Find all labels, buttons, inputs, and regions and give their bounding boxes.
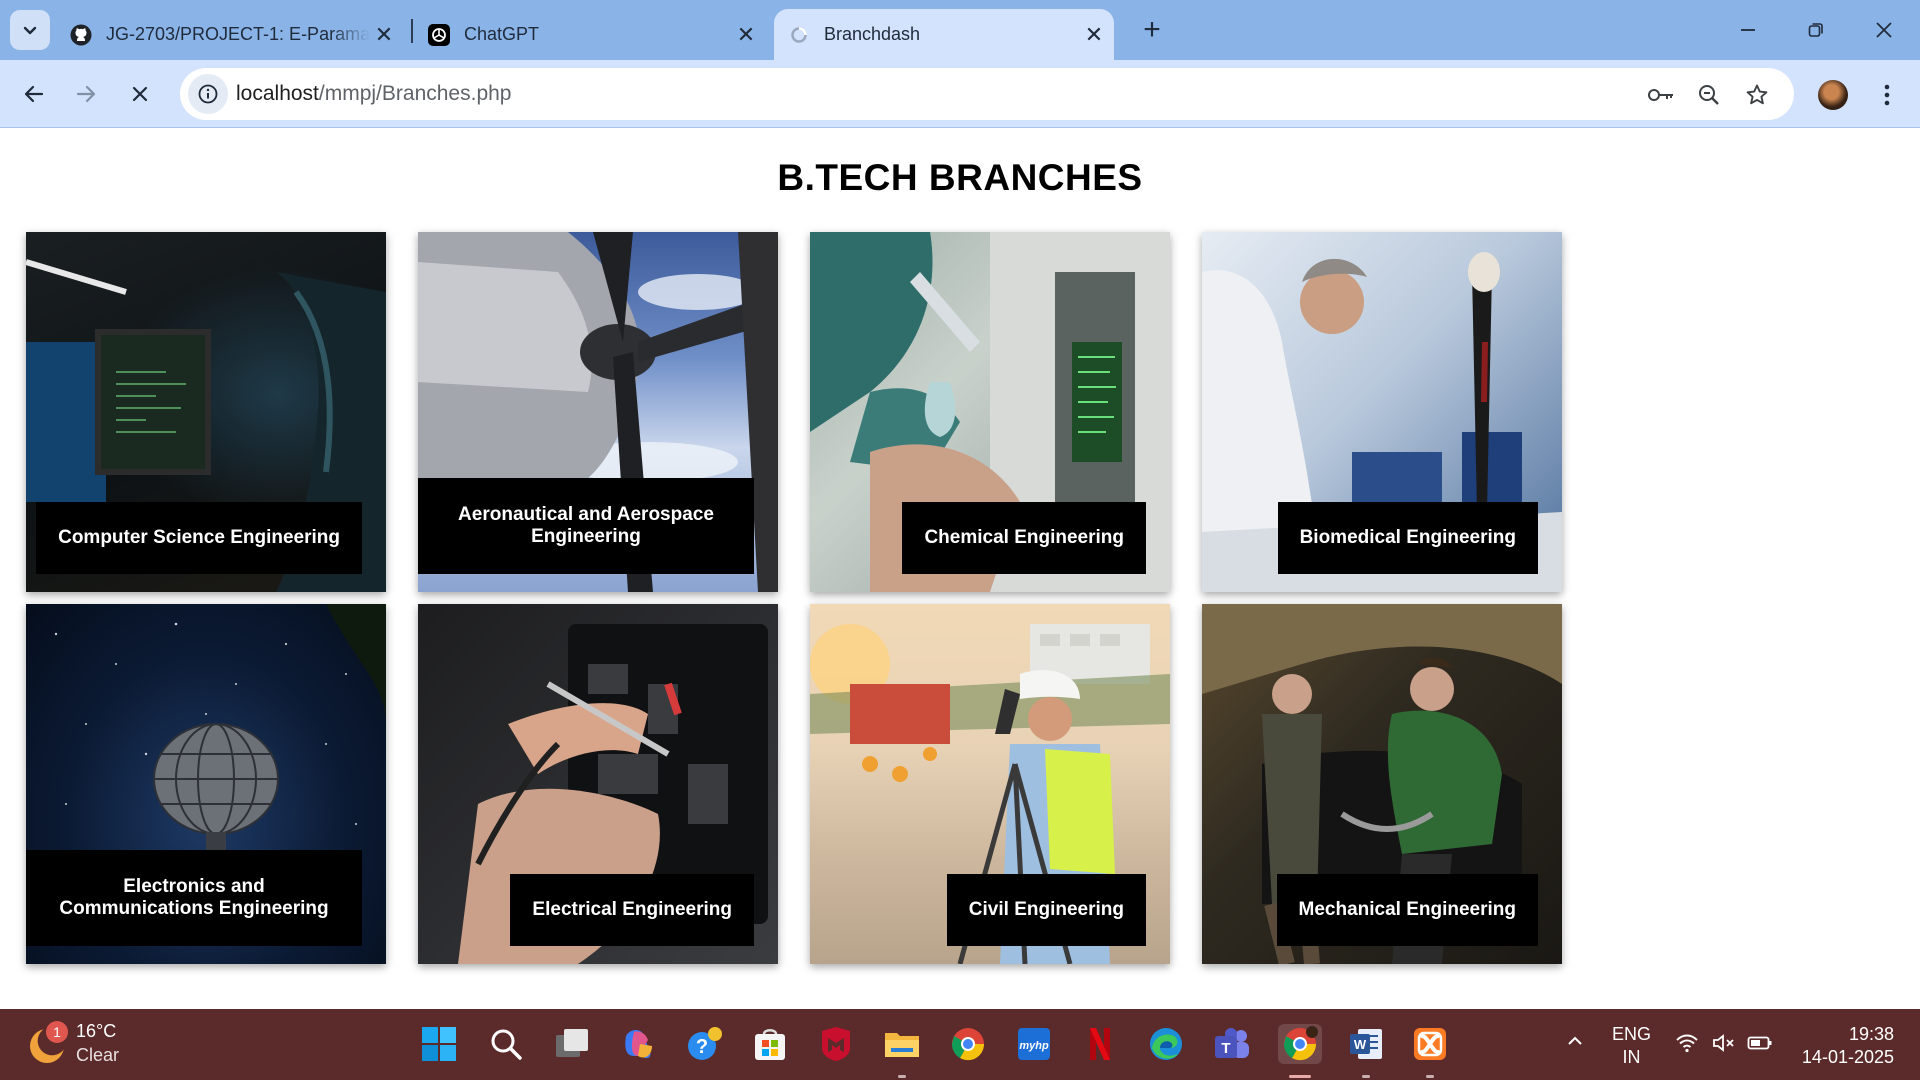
- svg-text:?: ?: [696, 1036, 708, 1058]
- branch-card[interactable]: Mechanical Engineering: [1202, 604, 1562, 964]
- edge-icon[interactable]: [1146, 1024, 1186, 1064]
- branch-card[interactable]: Electronics and Communications Engineeri…: [26, 604, 386, 964]
- close-window-button[interactable]: [1864, 12, 1904, 48]
- svg-text:myhp: myhp: [1019, 1040, 1049, 1052]
- file-explorer-icon[interactable]: [882, 1024, 922, 1064]
- running-indicator: [1426, 1075, 1434, 1078]
- word-icon[interactable]: W: [1346, 1024, 1386, 1064]
- running-indicator: [1362, 1075, 1370, 1078]
- chatgpt-icon: [428, 23, 450, 46]
- branch-label: Electronics and Communications Engineeri…: [26, 850, 362, 946]
- restore-icon: [1808, 23, 1823, 37]
- close-icon: [132, 86, 148, 102]
- branch-card[interactable]: Biomedical Engineering: [1202, 232, 1562, 592]
- restore-button[interactable]: [1796, 12, 1836, 48]
- chrome-icon[interactable]: [1278, 1024, 1322, 1064]
- battery-icon[interactable]: [1747, 1033, 1773, 1058]
- branch-label: Mechanical Engineering: [1276, 874, 1538, 946]
- github-icon: [70, 24, 92, 46]
- branch-card[interactable]: Civil Engineering: [810, 604, 1170, 964]
- weather-description[interactable]: Clear: [76, 1045, 119, 1066]
- xampp-icon[interactable]: [1410, 1024, 1450, 1064]
- forward-button[interactable]: [66, 74, 106, 114]
- branch-label: Computer Science Engineering: [36, 502, 362, 574]
- close-icon: [1876, 22, 1892, 38]
- copilot-icon[interactable]: [618, 1024, 658, 1064]
- tab-close-icon[interactable]: ✕: [732, 21, 760, 49]
- page-content: B.TECH BRANCHES Computer Science Enginee…: [0, 129, 1920, 1009]
- svg-text:T: T: [1221, 1040, 1230, 1057]
- tab-github[interactable]: JG-2703/PROJECT-1: E-Paramanam ✕: [70, 9, 398, 60]
- info-icon: [198, 84, 218, 104]
- url-path: /mmpj/Branches.php: [318, 82, 512, 105]
- weather-badge: 1: [46, 1021, 68, 1043]
- branch-label: Chemical Engineering: [902, 502, 1146, 574]
- loading-icon: [788, 24, 810, 46]
- windows-start-icon[interactable]: [419, 1024, 459, 1064]
- more-vertical-icon: [1884, 84, 1890, 106]
- arrow-right-icon: [76, 85, 96, 103]
- clock-time: 19:38: [1848, 1024, 1894, 1044]
- url-host: localhost: [236, 82, 319, 105]
- teams-icon[interactable]: T: [1212, 1024, 1252, 1064]
- site-info-button[interactable]: [188, 74, 228, 114]
- tab-close-icon[interactable]: ✕: [370, 21, 398, 49]
- active-indicator: [1289, 1075, 1311, 1078]
- clock-date: 14-01-2025: [1801, 1047, 1894, 1067]
- branch-card[interactable]: Chemical Engineering: [810, 232, 1170, 592]
- myhp-icon[interactable]: myhp: [1014, 1024, 1054, 1064]
- minimize-button[interactable]: [1728, 12, 1768, 48]
- bookmark-star-icon[interactable]: [1742, 80, 1772, 110]
- tab-branchdash[interactable]: Branchdash ✕: [774, 9, 1114, 60]
- tab-title: Branchdash: [824, 24, 921, 44]
- zoom-icon[interactable]: [1694, 80, 1724, 110]
- browser-menu-button[interactable]: [1872, 78, 1902, 112]
- minimize-icon: [1741, 29, 1755, 31]
- wifi-icon[interactable]: [1675, 1033, 1699, 1058]
- new-tab-button[interactable]: +: [1136, 13, 1168, 46]
- search-icon[interactable]: [486, 1024, 526, 1064]
- branch-card[interactable]: Computer Science Engineering: [26, 232, 386, 592]
- url-text: localhost/mmpj/Branches.php: [236, 82, 511, 106]
- running-indicator: [898, 1075, 906, 1078]
- task-view-icon[interactable]: [552, 1024, 592, 1064]
- branch-label: Electrical Engineering: [510, 874, 754, 946]
- page-title: B.TECH BRANCHES: [777, 157, 1143, 198]
- tab-title: JG-2703/PROJECT-1: E-Paramanam: [106, 24, 370, 44]
- address-bar[interactable]: localhost/mmpj/Branches.php: [180, 68, 1794, 120]
- help-icon[interactable]: ?: [684, 1024, 724, 1064]
- region-code: IN: [1622, 1047, 1641, 1067]
- branch-card[interactable]: Electrical Engineering: [418, 604, 778, 964]
- tab-strip: JG-2703/PROJECT-1: E-Paramanam ✕ ChatGPT…: [0, 0, 1920, 60]
- weather-temperature[interactable]: 16°C: [76, 1021, 116, 1042]
- tab-separator: [411, 19, 413, 43]
- back-button[interactable]: [14, 74, 54, 114]
- branch-card[interactable]: Aeronautical and Aerospace Engineering: [418, 232, 778, 592]
- language-code: ENG: [1612, 1024, 1652, 1044]
- input-language[interactable]: ENG IN: [1612, 1023, 1651, 1069]
- browser-toolbar: localhost/mmpj/Branches.php: [0, 60, 1920, 128]
- chevron-down-icon: [23, 26, 37, 35]
- taskbar: 1 16°C Clear ? myhp T W ENG IN 19:38 14-…: [0, 1009, 1920, 1080]
- tab-close-icon[interactable]: ✕: [1080, 21, 1108, 49]
- microsoft-store-icon[interactable]: [750, 1024, 790, 1064]
- tab-title: ChatGPT: [464, 24, 540, 44]
- profile-avatar[interactable]: [1818, 80, 1848, 110]
- netflix-icon[interactable]: [1080, 1024, 1120, 1064]
- volume-muted-icon[interactable]: [1712, 1033, 1736, 1058]
- chrome-alt-icon[interactable]: [948, 1024, 988, 1064]
- stop-loading-button[interactable]: [120, 74, 160, 114]
- tab-search-button[interactable]: [10, 10, 50, 50]
- show-hidden-icons-icon[interactable]: [1565, 1031, 1585, 1056]
- arrow-left-icon: [24, 85, 44, 103]
- clock[interactable]: 19:38 14-01-2025: [1790, 1023, 1894, 1069]
- tab-chatgpt[interactable]: ChatGPT ✕: [428, 9, 760, 60]
- password-key-icon[interactable]: [1646, 80, 1676, 110]
- mcafee-icon[interactable]: [816, 1024, 856, 1064]
- branch-label: Civil Engineering: [946, 874, 1146, 946]
- branch-label: Aeronautical and Aerospace Engineering: [418, 478, 754, 574]
- branch-label: Biomedical Engineering: [1277, 502, 1538, 574]
- svg-text:W: W: [1354, 1037, 1367, 1052]
